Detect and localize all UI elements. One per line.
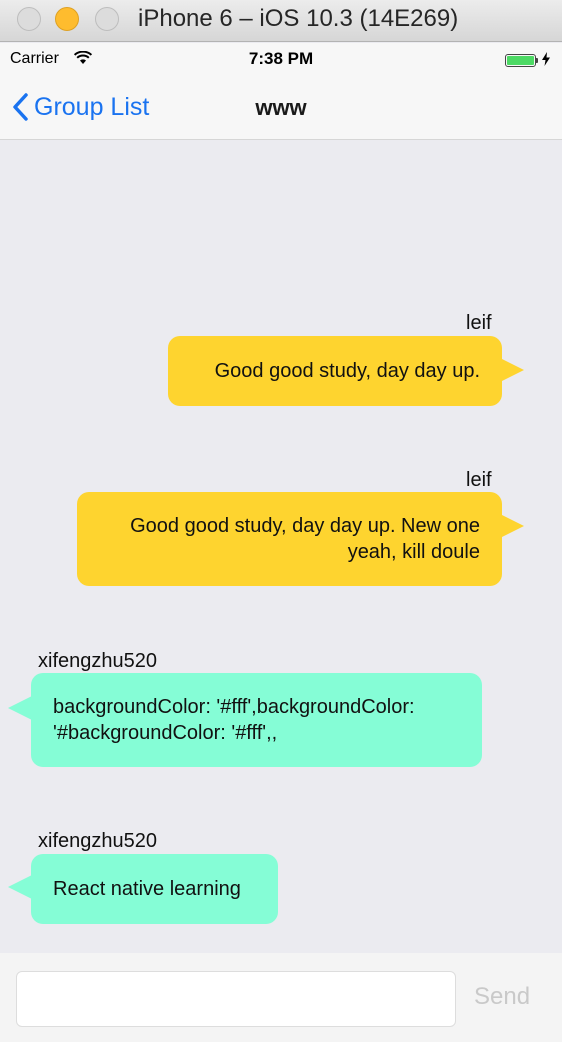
simulator-title-bar: iPhone 6 – iOS 10.3 (14E269) (0, 0, 562, 42)
message-bubble[interactable]: React native learning (31, 854, 278, 924)
bubble-tail (8, 875, 32, 899)
battery-icon (505, 54, 536, 67)
window-title: iPhone 6 – iOS 10.3 (14E269) (138, 5, 459, 32)
message-text-line: backgroundColor: '#fff',backgroundColor: (53, 696, 415, 718)
message-bubble[interactable]: backgroundColor: '#fff',backgroundColor:… (31, 673, 482, 767)
send-button[interactable]: Send (474, 983, 530, 1011)
window-close-button[interactable] (17, 7, 41, 31)
battery-tip (536, 58, 538, 63)
bubble-tail (8, 696, 32, 720)
status-bar: Carrier 7:38 PM (0, 43, 562, 75)
message-sender: xifengzhu520 (38, 830, 157, 852)
message-input[interactable] (16, 971, 456, 1027)
message-text-line: '#backgroundColor: '#fff',, (53, 722, 278, 744)
status-time: 7:38 PM (248, 49, 314, 68)
page-title: www (255, 95, 307, 120)
window-minimize-button[interactable] (55, 7, 79, 31)
bubble-tail (500, 358, 524, 382)
message-text-line: React native learning (53, 878, 241, 900)
message-text-line: yeah, kill doule (347, 541, 480, 563)
bubble-tail (500, 514, 524, 538)
charging-bolt-icon (542, 52, 550, 66)
message-text-line: Good good study, day day up. (214, 360, 480, 382)
message-text-line: Good good study, day day up. New one (130, 515, 480, 537)
message-sender: leif (466, 469, 492, 491)
message-composer: Send (0, 953, 562, 1042)
navigation-bar: Group List www (0, 75, 562, 140)
message-bubble[interactable]: Good good study, day day up. New one yea… (77, 492, 502, 586)
message-sender: xifengzhu520 (38, 650, 157, 672)
message-sender: leif (466, 312, 492, 334)
window-zoom-button[interactable] (95, 7, 119, 31)
message-bubble[interactable]: Good good study, day day up. (168, 336, 502, 406)
